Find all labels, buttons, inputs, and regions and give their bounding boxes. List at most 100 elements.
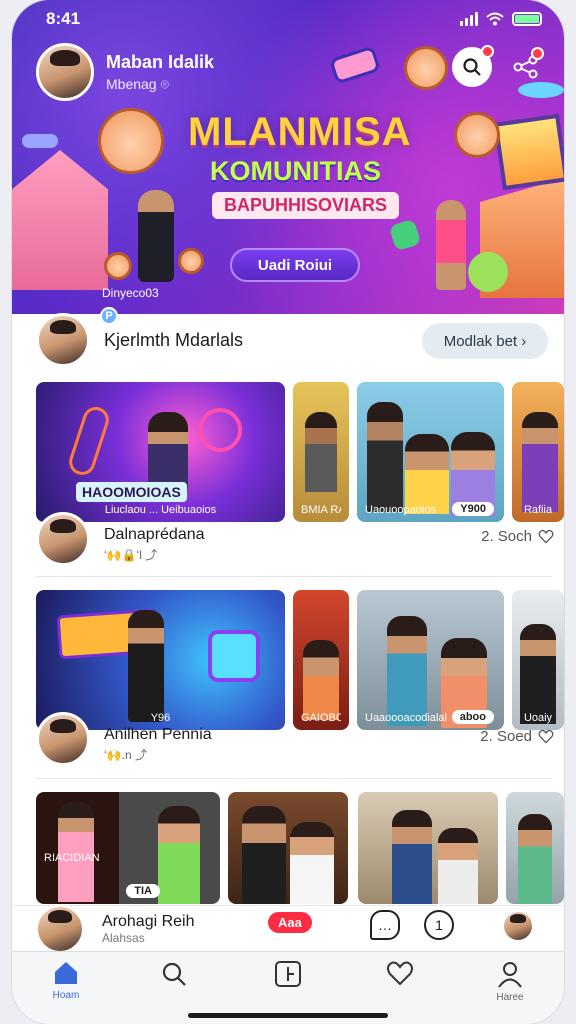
chat-icon[interactable]: …: [370, 910, 400, 940]
person-figure: [367, 402, 403, 512]
media-card[interactable]: RIACIDIAN TIA: [36, 792, 220, 904]
user-profile[interactable]: Maban Idalik Mbenag ⌾: [36, 43, 214, 101]
person-figure: [520, 624, 556, 724]
media-card[interactable]: Y96: [36, 590, 285, 730]
person-figure: [290, 822, 334, 904]
person-figure: [438, 828, 478, 904]
phone-sticker-illustration: [329, 45, 381, 85]
tab-search[interactable]: [134, 960, 214, 992]
hero-banner[interactable]: 8:41 Maban Idalik Mbenag ⌾ MLANMISA KOMU…: [12, 0, 564, 314]
cartoon-boy-illustration: [404, 46, 448, 90]
mini-player[interactable]: Arohagi Reih Alahsas Aaa … 1: [12, 904, 564, 953]
person-icon: [498, 962, 522, 988]
screen-shape: [208, 630, 260, 682]
avatar[interactable]: [36, 512, 90, 566]
share-button[interactable]: [506, 47, 546, 87]
person-figure: [242, 806, 286, 904]
tab-label: Haree: [496, 992, 524, 1003]
media-card[interactable]: GAIOBO: [293, 590, 349, 730]
billboard-illustration: [493, 113, 564, 191]
media-card[interactable]: [358, 792, 498, 904]
performer-figure: [128, 610, 164, 722]
tab-add[interactable]: [248, 960, 328, 992]
divider: [36, 778, 552, 779]
signal-icon: [460, 12, 478, 26]
person-figure: [305, 412, 337, 492]
profile-name: Maban Idalik: [106, 51, 215, 72]
avatar[interactable]: [502, 910, 534, 942]
live-badge[interactable]: Aaa: [268, 912, 312, 933]
creator-badge: P: [100, 307, 118, 325]
chevron-right-icon: ›: [521, 332, 527, 350]
performer-figure: [148, 412, 188, 492]
post-info[interactable]: Anilhen Pennia ʻ🙌.n ⤴ 2. Soed: [36, 712, 564, 766]
cartoon-kid-illustration: [178, 248, 204, 274]
media-card[interactable]: Uaouoopaoios Y900: [357, 382, 504, 522]
dancer-figure-illustration: [436, 200, 466, 290]
neon-shape: [65, 403, 113, 479]
mini-player-name: Arohagi Reih: [102, 912, 195, 930]
media-card[interactable]: BMIA RAOIE: [293, 382, 349, 522]
person-figure: [303, 640, 339, 720]
search-icon: [162, 962, 186, 986]
hero-caption: Dinyeco03: [102, 286, 159, 300]
person-figure: [392, 810, 432, 904]
battery-icon: [512, 12, 542, 26]
like-stat[interactable]: 2. Soch: [481, 528, 554, 545]
avatar[interactable]: [36, 712, 90, 766]
wifi-icon: [486, 12, 504, 26]
media-card[interactable]: Uoaiy: [512, 590, 564, 730]
cartoon-girl-illustration: [454, 112, 500, 158]
section-avatar[interactable]: [36, 313, 90, 367]
mini-player-subtitle: Alahsas: [102, 930, 145, 945]
post-info[interactable]: Dalnaprédana ʻ🙌🔒ʻl ⤴ 2. Soch: [36, 512, 564, 566]
person-figure: [522, 412, 558, 512]
search-icon: [463, 58, 481, 76]
see-more-button[interactable]: Modlak bet ›: [422, 323, 548, 359]
balloon-illustration: [468, 252, 508, 292]
media-card[interactable]: HAOOMOIOAS Liuclaou ... Ueibuaoios: [36, 382, 285, 522]
like-count: 2. Soch: [481, 528, 532, 545]
poster-name: Dalnaprédana: [104, 525, 205, 543]
media-card[interactable]: [228, 792, 348, 904]
status-bar: 8:41: [46, 8, 542, 30]
card-tag: TIA: [126, 884, 160, 898]
media-row: HAOOMOIOAS Liuclaou ... Ueibuaoios BMIA …: [36, 382, 564, 522]
section-title: Kjerlmth Mdarlals: [104, 329, 244, 350]
hero-subtitle: KOMUNITIAS: [210, 156, 381, 186]
hero-title: MLANMISA: [188, 110, 412, 154]
post-meta: ʻ🙌🔒ʻl ⤴: [104, 547, 158, 562]
person-figure: [518, 814, 552, 904]
counter-button[interactable]: 1: [424, 910, 454, 940]
gift-sticker-illustration: [388, 218, 422, 252]
heart-icon[interactable]: [538, 529, 554, 545]
tab-profile[interactable]: Haree: [470, 960, 550, 1003]
media-row: RIACIDIAN TIA: [36, 792, 564, 904]
media-card[interactable]: [506, 792, 564, 904]
profile-subtitle: Mbenag: [106, 75, 157, 92]
media-card[interactable]: Rafiia: [512, 382, 564, 522]
house-illustration: [12, 150, 108, 290]
heart-icon[interactable]: [538, 729, 554, 745]
person-figure: [387, 616, 427, 726]
media-row: Y96 GAIOBO Uaaoooacodialal aboo Uoaiy: [36, 590, 564, 730]
tab-home[interactable]: Hoam: [26, 960, 106, 1001]
tab-label: Hoam: [52, 990, 80, 1001]
like-count: 2. Soed: [480, 728, 532, 745]
search-button[interactable]: [452, 45, 494, 87]
media-card[interactable]: Uaaoooacodialal aboo: [357, 590, 504, 730]
post-meta: ʻ🙌.n ⤴: [104, 747, 147, 762]
hero-cta-button[interactable]: Uadi Roiui: [230, 248, 360, 282]
tab-likes[interactable]: [360, 960, 440, 990]
avatar[interactable]: [36, 43, 94, 101]
divider: [36, 576, 552, 577]
card-caption: RIACIDIAN: [44, 852, 100, 864]
like-stat[interactable]: 2. Soed: [480, 728, 554, 745]
cartoon-kid-illustration: [104, 252, 132, 280]
section-header: P Kjerlmth Mdarlals Modlak bet ›: [12, 307, 564, 368]
avatar[interactable]: [36, 904, 84, 953]
phone-frame: 8:41 Maban Idalik Mbenag ⌾ MLANMISA KOMU…: [12, 0, 564, 1024]
notification-dot: [481, 45, 494, 58]
cartoon-child-illustration: [98, 108, 164, 174]
cloud-illustration: [22, 134, 58, 148]
